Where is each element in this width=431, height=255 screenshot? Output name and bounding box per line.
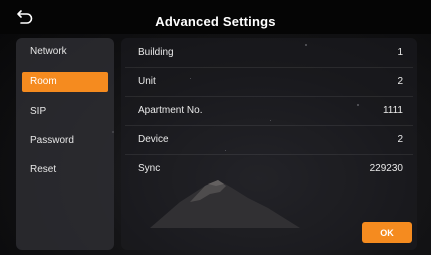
- apartment-no-label: Apartment No.: [138, 105, 203, 116]
- sidebar-item-sip[interactable]: SIP: [22, 102, 108, 122]
- sidebar-item-room[interactable]: Room: [22, 72, 108, 92]
- top-bar: Advanced Settings: [0, 0, 431, 34]
- page-title: Advanced Settings: [155, 14, 276, 29]
- building-value: 1: [397, 47, 403, 58]
- sync-row[interactable]: Sync 229230: [125, 154, 413, 183]
- apartment-no-row[interactable]: Apartment No. 1111: [125, 96, 413, 126]
- sidebar-item-reset[interactable]: Reset: [22, 160, 108, 180]
- settings-sidebar: Network Room SIP Password Reset: [16, 38, 114, 250]
- sync-label: Sync: [138, 163, 161, 174]
- building-label: Building: [138, 47, 174, 58]
- sidebar-item-network[interactable]: Network: [22, 42, 108, 62]
- sync-value: 229230: [369, 163, 403, 174]
- sidebar-item-password[interactable]: Password: [22, 131, 108, 151]
- apartment-no-value: 1111: [382, 105, 403, 116]
- ok-button[interactable]: OK: [362, 222, 412, 243]
- device-row[interactable]: Device 2: [125, 125, 413, 155]
- building-row[interactable]: Building 1: [125, 38, 413, 68]
- unit-row[interactable]: Unit 2: [125, 67, 413, 97]
- device-screen: Advanced Settings Network Room SIP Passw…: [0, 0, 431, 255]
- unit-label: Unit: [138, 76, 156, 87]
- device-label: Device: [138, 134, 169, 145]
- device-value: 2: [397, 134, 403, 145]
- unit-value: 2: [397, 76, 403, 87]
- room-settings-panel: Building 1 Unit 2 Apartment No. 1111 Dev…: [121, 38, 417, 250]
